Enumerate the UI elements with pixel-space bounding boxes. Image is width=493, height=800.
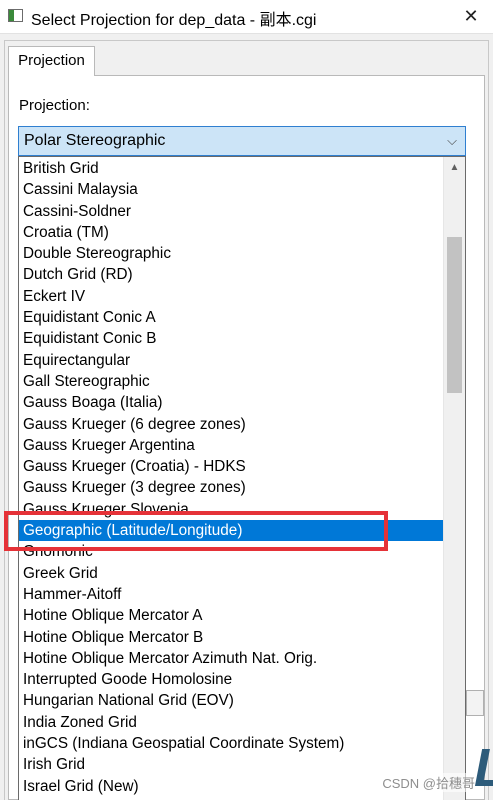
close-button[interactable]: ✕ — [449, 0, 493, 33]
dropdown-item[interactable]: Equidistant Conic B — [19, 328, 443, 349]
dropdown-item[interactable]: Hotine Oblique Mercator B — [19, 627, 443, 648]
annotation-highlight-box — [4, 511, 388, 551]
dropdown-item[interactable]: India Zoned Grid — [19, 712, 443, 733]
dropdown-item[interactable]: Double Stereographic — [19, 243, 443, 264]
dropdown-item[interactable]: Eckert IV — [19, 286, 443, 307]
combobox-value: Polar Stereographic — [24, 132, 166, 149]
dropdown-item[interactable]: Hotine Oblique Mercator A — [19, 605, 443, 626]
dropdown-item[interactable]: Interrupted Goode Homolosine — [19, 669, 443, 690]
watermark: CSDN @拾穗哥 — [382, 773, 475, 792]
dropdown-item[interactable]: Dutch Grid (RD) — [19, 264, 443, 285]
dropdown-item[interactable]: Hungarian National Grid (EOV) — [19, 690, 443, 711]
dropdown-item[interactable]: Gauss Boaga (Italia) — [19, 392, 443, 413]
dropdown-item[interactable]: Hotine Oblique Mercator Azimuth Nat. Ori… — [19, 648, 443, 669]
tab-projection[interactable]: Projection — [8, 46, 95, 76]
dropdown-item[interactable]: Gauss Krueger (3 degree zones) — [19, 477, 443, 498]
background-control — [466, 690, 484, 716]
dropdown-item[interactable]: Gall Stereographic — [19, 371, 443, 392]
dropdown-item[interactable]: Gauss Krueger (Croatia) - HDKS — [19, 456, 443, 477]
app-icon — [8, 9, 23, 22]
scrollbar-thumb[interactable] — [447, 237, 462, 393]
window-title: Select Projection for dep_data - 副本.cgi — [31, 12, 317, 29]
dropdown-item[interactable]: Cassini Malaysia — [19, 179, 443, 200]
scroll-up-icon[interactable]: ▲ — [444, 157, 465, 179]
dropdown-item[interactable]: inGCS (Indiana Geospatial Coordinate Sys… — [19, 733, 443, 754]
dropdown-item[interactable]: Israel Grid (New) — [19, 776, 443, 797]
projection-label: Projection: — [19, 97, 90, 114]
dropdown-item[interactable]: Irish Grid — [19, 754, 443, 775]
dropdown-item[interactable]: Gauss Krueger Argentina — [19, 435, 443, 456]
dropdown-item[interactable]: Equirectangular — [19, 350, 443, 371]
title-bar: Select Projection for dep_data - 副本.cgi … — [0, 0, 493, 34]
dropdown-item[interactable]: Hammer-Aitoff — [19, 584, 443, 605]
dropdown-item[interactable]: Equidistant Conic A — [19, 307, 443, 328]
dropdown-items: British Grid Cassini Malaysia Cassini-Sold… — [19, 157, 443, 797]
chevron-down-icon[interactable]: ⌵ — [443, 129, 461, 153]
dropdown-scrollbar[interactable]: ▲ — [443, 157, 465, 800]
projection-combobox[interactable]: Polar Stereographic ⌵ — [18, 126, 466, 156]
dropdown-item[interactable]: Greek Grid — [19, 563, 443, 584]
dropdown-item[interactable]: British Grid — [19, 158, 443, 179]
projection-dropdown-list[interactable]: British Grid Cassini Malaysia Cassini-Sold… — [18, 156, 466, 800]
background-logo-fragment: L — [474, 738, 493, 798]
dropdown-item[interactable]: Croatia (TM) — [19, 222, 443, 243]
dropdown-item[interactable]: Cassini-Soldner — [19, 201, 443, 222]
dropdown-item[interactable]: Gauss Krueger (6 degree zones) — [19, 414, 443, 435]
